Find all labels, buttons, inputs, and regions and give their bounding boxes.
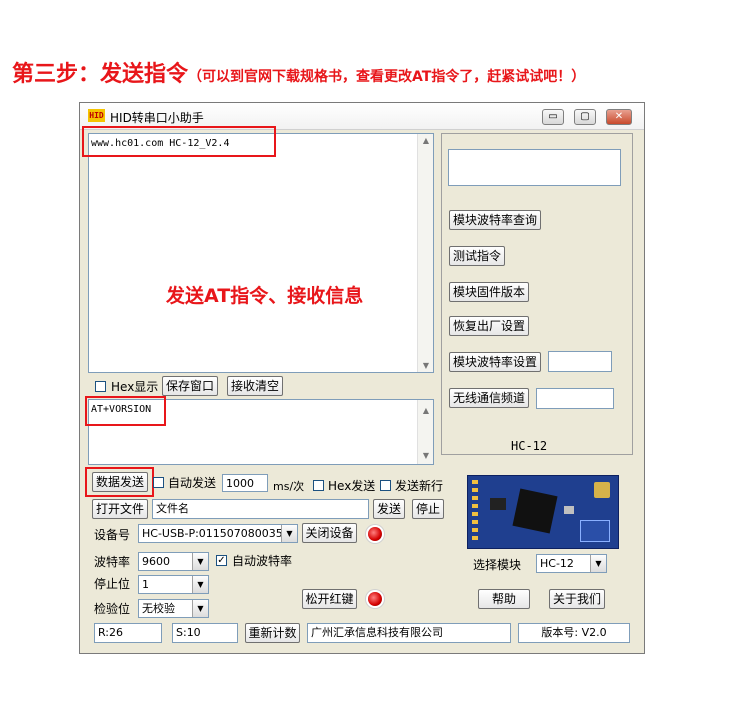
parity-label: 检验位 (94, 602, 131, 616)
file-name-input[interactable]: 文件名 (152, 499, 369, 519)
file-send-button[interactable]: 发送 (373, 499, 405, 519)
receive-textarea[interactable]: www.hc01.com HC-12_V2.4 ▲ ▼ (88, 133, 434, 373)
recount-button[interactable]: 重新计数 (245, 623, 300, 643)
factory-reset-button[interactable]: 恢复出厂设置 (449, 316, 529, 336)
scroll-down-icon[interactable]: ▼ (418, 451, 434, 460)
about-us-button[interactable]: 关于我们 (549, 589, 605, 609)
headline-main: 第三步：发送指令 (12, 62, 189, 87)
module-value: HC-12 (540, 557, 574, 570)
firmware-version-button[interactable]: 模块固件版本 (449, 282, 529, 302)
version-field: 版本号: V2.0 (518, 623, 630, 643)
board-pins (472, 480, 478, 544)
stopbit-value: 1 (142, 578, 149, 591)
maximize-button[interactable]: ▢ (574, 109, 596, 125)
device-select[interactable]: HC-USB-P:011507080035 ▼ (138, 524, 298, 543)
module-select[interactable]: HC-12 ▼ (536, 554, 607, 573)
help-button[interactable]: 帮助 (478, 589, 530, 609)
hex-send-label: Hex发送 (328, 479, 376, 493)
save-window-button[interactable]: 保存窗口 (162, 376, 218, 396)
send-newline-label: 发送新行 (395, 479, 444, 493)
hex-display-checkbox[interactable] (95, 381, 106, 392)
scroll-up-icon[interactable]: ▲ (418, 406, 434, 415)
hid-app-icon: HID (88, 109, 105, 122)
command-display-field[interactable] (448, 149, 621, 186)
wireless-channel-button[interactable]: 无线通信频道 (449, 388, 529, 408)
device-value: HC-USB-P:011507080035 (142, 527, 283, 540)
company-field: 广州汇承信息科技有限公司 (307, 623, 511, 643)
minimize-button[interactable]: ▭ (542, 109, 564, 125)
baud-value: 9600 (142, 555, 170, 568)
headline: 第三步：发送指令（可以到官网下载规格书，查看更改AT指令了，赶紧试试吧！） (12, 56, 585, 88)
board-small-chip (490, 498, 506, 510)
send-newline-checkbox[interactable] (380, 480, 391, 491)
release-red-key-button[interactable]: 松开红键 (302, 589, 357, 609)
set-baud-input[interactable] (548, 351, 612, 372)
interval-unit-label: ms/次 (273, 480, 305, 493)
scroll-down-icon[interactable]: ▼ (418, 361, 434, 370)
clear-receive-button[interactable]: 接收清空 (227, 376, 283, 396)
auto-baud-label: 自动波特率 (232, 554, 293, 568)
module-board-image (467, 475, 619, 549)
receive-count-field: R:26 (94, 623, 162, 643)
chevron-down-icon[interactable]: ▼ (192, 576, 208, 593)
auto-baud-checkbox[interactable]: ✓ (216, 555, 227, 566)
chevron-down-icon[interactable]: ▼ (281, 525, 297, 542)
module-name-label: HC-12 (511, 439, 548, 453)
app-window: HID HID转串口小助手 ▭ ▢ ✕ www.hc01.com HC-12_V… (79, 102, 645, 654)
device-label: 设备号 (94, 528, 131, 542)
board-component (564, 506, 574, 514)
parity-value: 无校验 (142, 602, 175, 615)
send-scrollbar[interactable]: ▲ ▼ (417, 400, 433, 464)
open-file-button[interactable]: 打开文件 (92, 499, 148, 519)
antenna-connector (594, 482, 610, 498)
hex-display-label: Hex显示 (111, 380, 159, 394)
chevron-down-icon[interactable]: ▼ (192, 600, 208, 617)
headline-sub: （可以到官网下载规格书，查看更改AT指令了，赶紧试试吧！） (188, 69, 586, 85)
file-stop-button[interactable]: 停止 (412, 499, 444, 519)
annotation-text: 发送AT指令、接收信息 (166, 285, 364, 307)
send-count-field: S:10 (172, 623, 238, 643)
auto-send-label: 自动发送 (168, 476, 217, 490)
stopbit-select[interactable]: 1 ▼ (138, 575, 209, 594)
device-status-led-icon (368, 527, 382, 541)
chevron-down-icon[interactable]: ▼ (192, 553, 208, 570)
board-chip (512, 488, 558, 534)
parity-select[interactable]: 无校验 ▼ (138, 599, 209, 618)
query-baud-button[interactable]: 模块波特率查询 (449, 210, 541, 230)
select-module-label: 选择模块 (473, 558, 522, 572)
set-baud-button[interactable]: 模块波特率设置 (449, 352, 541, 372)
scroll-up-icon[interactable]: ▲ (418, 136, 434, 145)
baud-label: 波特率 (94, 555, 131, 569)
wireless-channel-input[interactable] (536, 388, 614, 409)
window-title: HID转串口小助手 (110, 111, 204, 125)
stopbit-label: 停止位 (94, 577, 131, 591)
board-crystal (580, 520, 610, 542)
receive-highlight-box (82, 126, 276, 157)
key-status-led-icon (368, 592, 382, 606)
hex-send-checkbox[interactable] (313, 480, 324, 491)
interval-input[interactable]: 1000 (222, 474, 268, 492)
close-device-button[interactable]: 关闭设备 (302, 523, 357, 543)
send-button-highlight-box (85, 467, 154, 497)
close-button[interactable]: ✕ (606, 109, 632, 125)
chevron-down-icon[interactable]: ▼ (590, 555, 606, 572)
baud-select[interactable]: 9600 ▼ (138, 552, 209, 571)
send-highlight-box (85, 396, 166, 426)
auto-send-checkbox[interactable] (153, 477, 164, 488)
test-command-button[interactable]: 测试指令 (449, 246, 505, 266)
receive-scrollbar[interactable]: ▲ ▼ (417, 134, 433, 372)
